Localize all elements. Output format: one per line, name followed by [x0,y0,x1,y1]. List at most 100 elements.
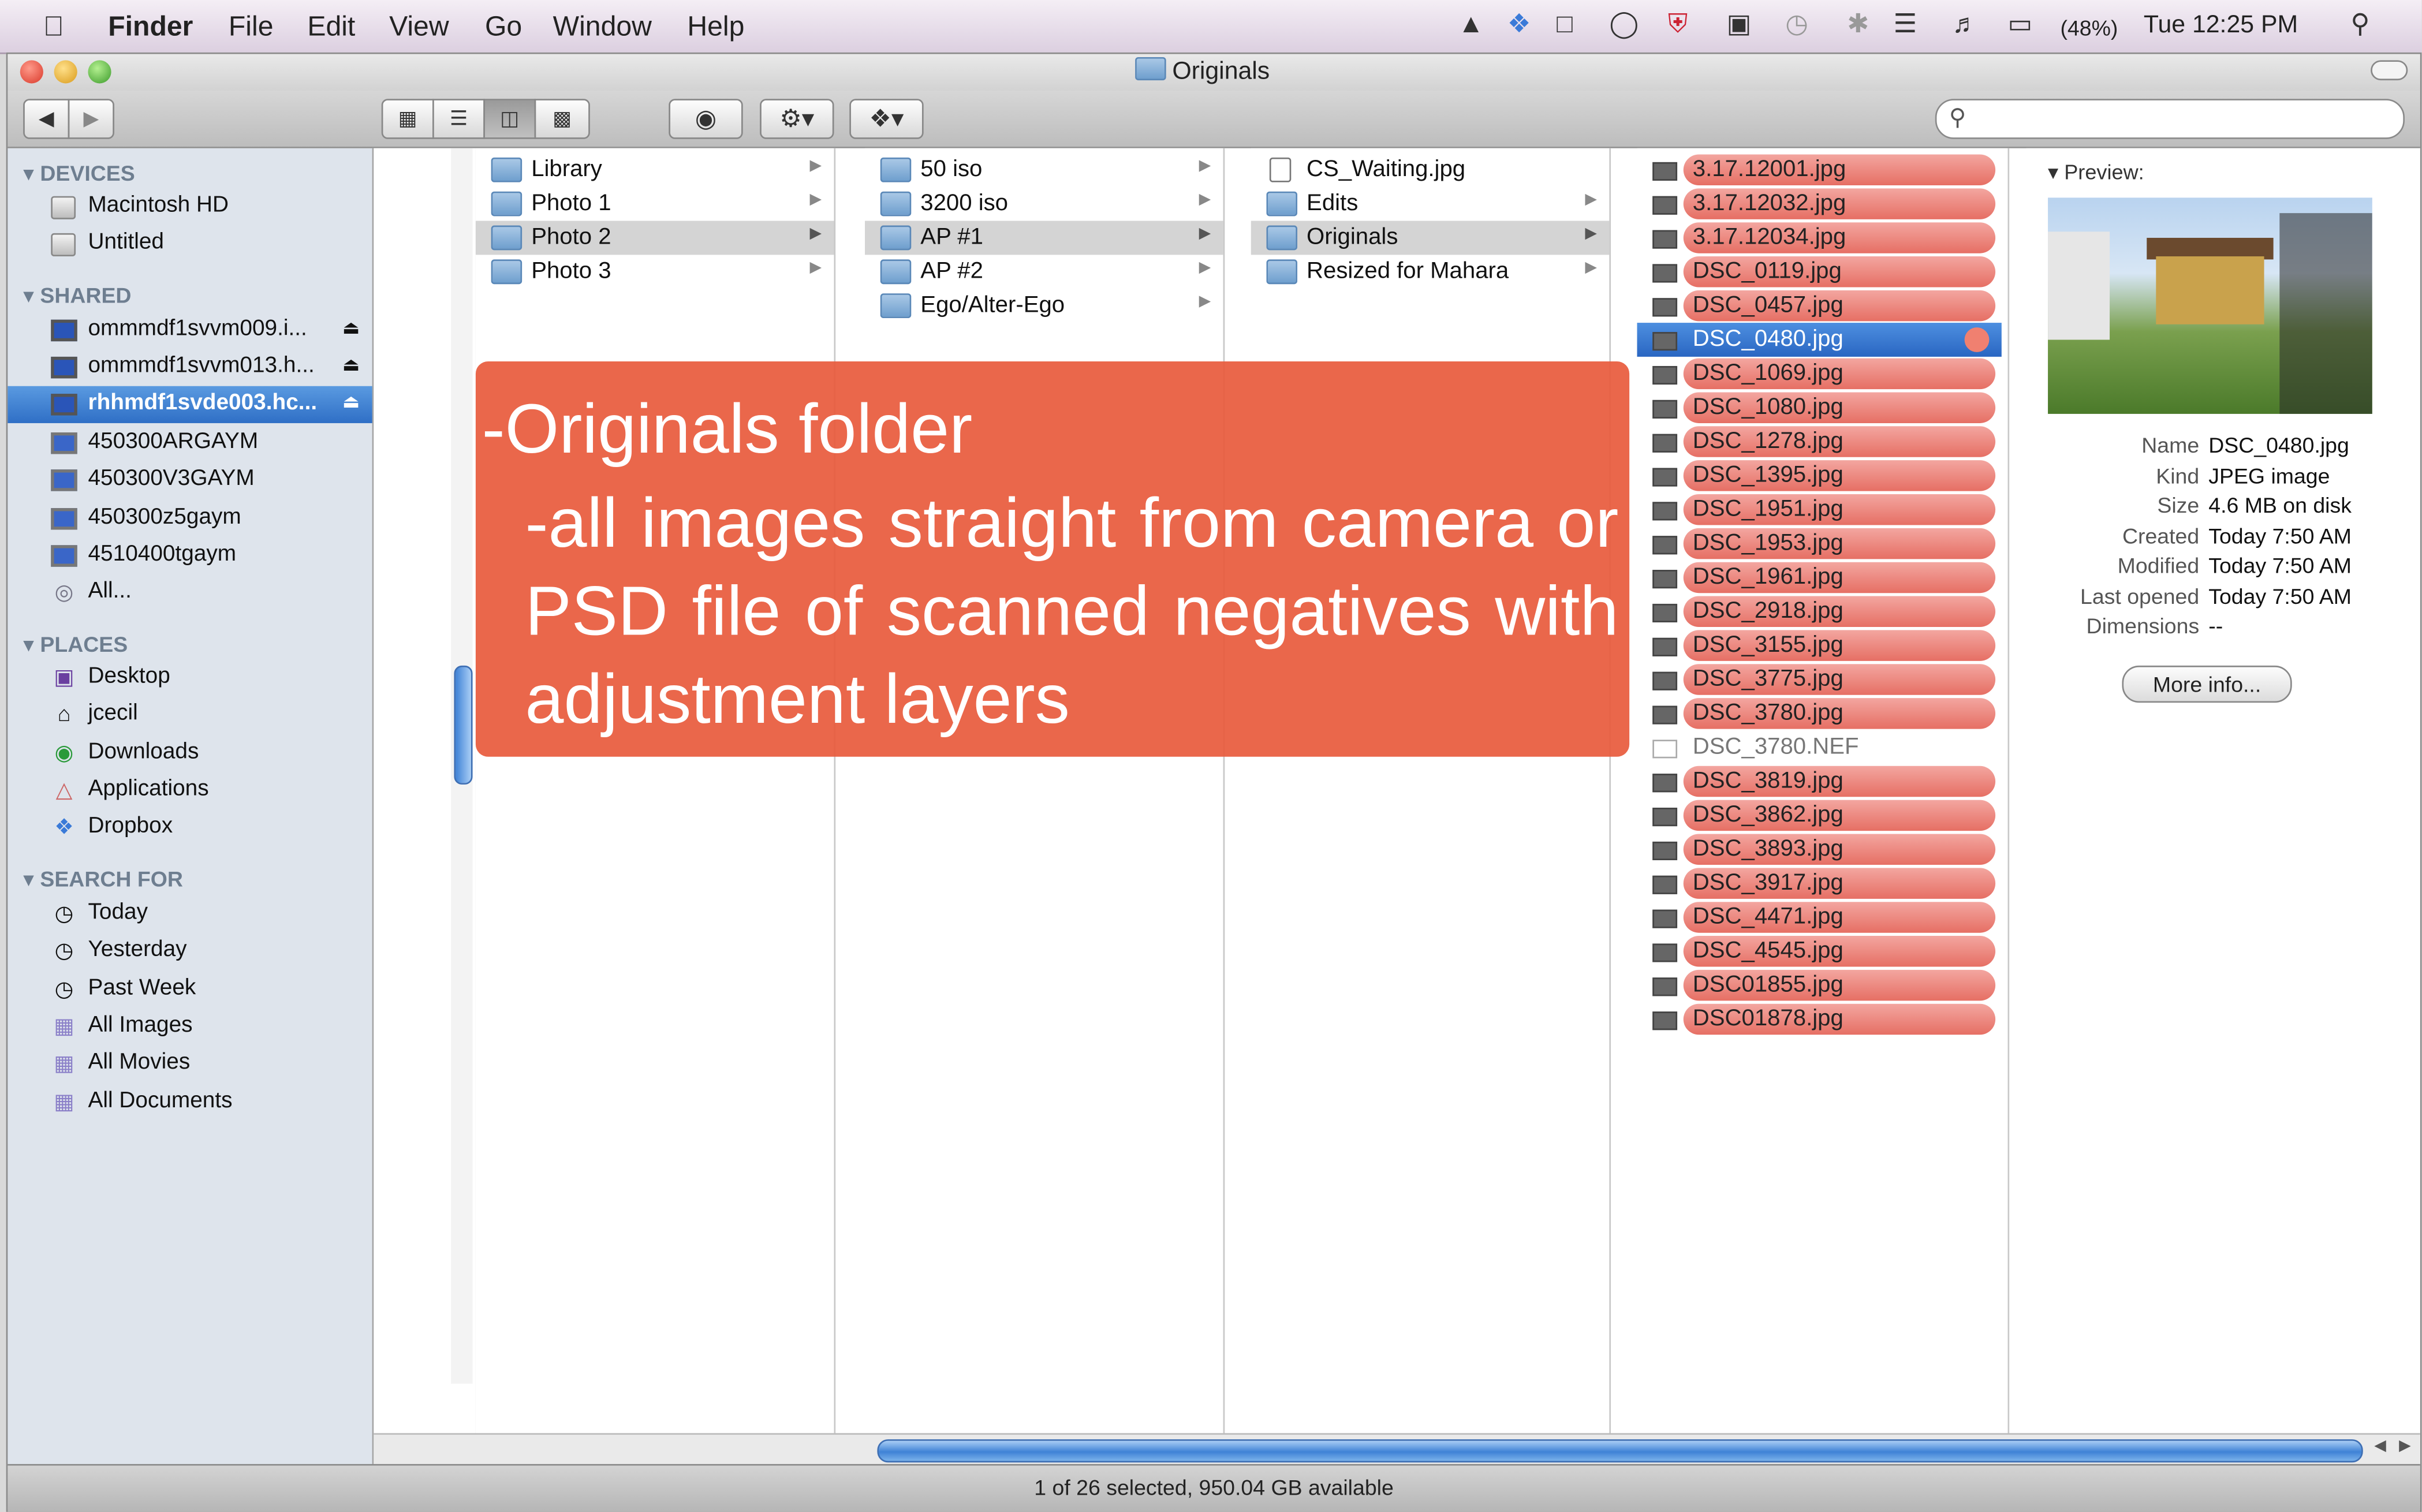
back-button[interactable]: ◀ [23,99,70,139]
folder-row[interactable]: Library ▶ [476,153,834,187]
file-row[interactable]: DSC_4545.jpg [1637,934,2002,968]
minimize-window-button[interactable] [54,60,77,84]
column-1[interactable]: Library ▶ Photo 1 ▶ Photo 2 ▶ Photo 3 ▶ [475,148,836,1464]
zoom-window-button[interactable] [88,60,111,84]
sidebar-item-computer-1[interactable]: 450300ARGAYM [8,425,372,462]
file-row[interactable]: 3.17.12032.jpg [1637,187,2002,221]
horizontal-scroll-thumb[interactable] [877,1439,2363,1463]
sidebar-item-applications[interactable]: △ Applications [8,772,372,809]
bluetooth-icon[interactable]: ✱ [1847,9,1869,40]
sidebar-item-past-week[interactable]: ◷ Past Week [8,972,372,1009]
file-row[interactable]: DSC_3775.jpg [1637,663,2002,697]
list-view-button[interactable]: ☰ [432,99,485,139]
eject-icon[interactable]: ⏏ [342,354,360,375]
sidebar-item-macintosh-hd[interactable]: Macintosh HD [8,188,372,225]
file-row[interactable]: DSC_1069.jpg [1637,357,2002,391]
sidebar-item-all-documents[interactable]: ▦ All Documents [8,1084,372,1121]
file-row[interactable]: DSC01855.jpg [1637,968,2002,1002]
folder-row[interactable]: Resized for Mahara ▶ [1251,255,1610,289]
toolbar-toggle-button[interactable] [2371,60,2408,81]
file-row[interactable]: DSC_3917.jpg [1637,867,2002,901]
sidebar-item-home[interactable]: ⌂ jcecil [8,696,372,733]
folder-row[interactable]: 50 iso ▶ [865,153,1223,187]
more-info-button[interactable]: More info... [2122,665,2292,703]
folder-row-selected[interactable]: Originals ▶ [1251,221,1610,255]
sidebar-item-all-shared[interactable]: ◎ All... [8,574,372,611]
folder-row[interactable]: Photo 1 ▶ [476,187,834,221]
sidebar-header-devices[interactable]: ▾ DEVICES [23,160,135,186]
sidebar-item-all-images[interactable]: ▦ All Images [8,1009,372,1046]
scroll-right-arrow-icon[interactable]: ▶ [2399,1438,2411,1454]
sidebar-item-computer-4[interactable]: 4510400tgaym [8,537,372,574]
sidebar-item-untitled[interactable]: Untitled [8,226,372,263]
menu-file[interactable]: File [229,11,274,43]
menu-clock[interactable]: Tue 12:25 PM [2144,12,2298,40]
sidebar-item-yesterday[interactable]: ◷ Yesterday [8,933,372,970]
file-row[interactable]: DSC_0480.jpg [1637,323,2002,357]
icon-view-button[interactable]: ▦ [381,99,434,139]
file-row[interactable]: CS_Waiting.jpg [1251,153,1610,187]
menu-window[interactable]: Window [553,11,652,43]
drive-icon[interactable]: ◯ [1609,9,1639,40]
volume-icon[interactable]: ♬ [1952,9,1978,40]
title-bar[interactable]: Originals [8,54,2420,91]
file-row[interactable]: DSC_3780.jpg [1637,696,2002,730]
folder-row[interactable]: Photo 3 ▶ [476,255,834,289]
file-row[interactable]: DSC_1953.jpg [1637,527,2002,561]
horizontal-scrollbar[interactable]: ◀ ▶ [374,1433,2420,1466]
file-row[interactable]: DSC_3893.jpg [1637,832,2002,867]
file-row[interactable]: DSC_3780.NEF [1637,730,2002,764]
files-column[interactable]: 3.17.12001.jpg 3.17.12032.jpg 3.17.12034.j… [1637,148,2010,1464]
coverflow-view-button[interactable]: ▩ [534,99,590,139]
eject-icon[interactable]: ⏏ [342,316,360,338]
file-row[interactable]: DSC_0457.jpg [1637,289,2002,323]
sidebar-item-server-1[interactable]: ommmdf1svvm009.i... ⏏ [8,312,372,349]
apple-menu-icon[interactable]:  [43,11,64,43]
search-input[interactable] [1977,103,2385,135]
sidebar-item-downloads[interactable]: ◉ Downloads [8,735,372,772]
sidebar-item-dropbox[interactable]: ❖ Dropbox [8,809,372,846]
sidebar-item-server-3[interactable]: rhhmdf1svde003.hc... ⏏ [8,386,372,423]
file-row[interactable]: DSC_1951.jpg [1637,492,2002,527]
sidebar-item-computer-2[interactable]: 450300V3GAYM [8,462,372,499]
file-row[interactable]: DSC_3155.jpg [1637,629,2002,663]
antivirus-icon[interactable]: ⛨ [1668,9,1688,40]
file-row[interactable]: DSC01878.jpg [1637,1002,2002,1036]
menu-finder[interactable]: Finder [108,11,193,43]
file-row[interactable]: DSC_3862.jpg [1637,798,2002,832]
close-window-button[interactable] [20,60,43,84]
folder-row[interactable]: 3200 iso ▶ [865,187,1223,221]
search-field[interactable]: ⚲ [1935,99,2405,139]
folder-row-selected[interactable]: AP #1 ▶ [865,221,1223,255]
time-machine-icon[interactable]: ◷ [1785,9,1808,40]
app-status-icon[interactable]: ▲ [1458,9,1484,40]
forward-button[interactable]: ▶ [68,99,114,139]
sidebar-item-server-2[interactable]: ommmdf1svvm013.h... ⏏ [8,349,372,386]
menu-go[interactable]: Go [485,11,522,43]
battery-icon[interactable]: ▭ [2008,9,2033,40]
scroll-left-arrow-icon[interactable]: ◀ [2374,1438,2386,1454]
dropbox-status-icon[interactable]: ❖ [1507,9,1531,40]
folder-row[interactable]: Edits ▶ [1251,187,1610,221]
menu-view[interactable]: View [389,11,449,43]
vertical-scrollbar[interactable] [451,148,473,1384]
file-row[interactable]: DSC_1278.jpg [1637,425,2002,459]
sidebar-header-search-for[interactable]: ▾ SEARCH FOR [23,867,183,893]
spaces-icon[interactable]: ▣ [1727,9,1752,40]
file-row[interactable]: DSC_1961.jpg [1637,561,2002,595]
file-row[interactable]: DSC_3819.jpg [1637,764,2002,798]
sidebar-header-shared[interactable]: ▾ SHARED [23,283,131,309]
folder-row[interactable]: Ego/Alter-Ego ▶ [865,289,1223,323]
file-row[interactable]: 3.17.12001.jpg [1637,153,2002,187]
wifi-icon[interactable]: ☰ [1894,9,1917,40]
sidebar-item-all-movies[interactable]: ▦ All Movies [8,1046,372,1082]
file-row[interactable]: DSC_4471.jpg [1637,901,2002,935]
vertical-scroll-thumb[interactable] [454,665,473,785]
column-0[interactable] [374,148,477,1464]
preview-header[interactable]: ▾ Preview: [2048,160,2144,185]
menu-help[interactable]: Help [687,11,744,43]
sidebar-item-desktop[interactable]: ▣ Desktop [8,659,372,696]
eject-icon[interactable]: ⏏ [342,391,360,412]
column-3[interactable]: CS_Waiting.jpg Edits ▶ Originals ▶ Resized… [1251,148,1611,1464]
file-row[interactable]: DSC_2918.jpg [1637,595,2002,629]
